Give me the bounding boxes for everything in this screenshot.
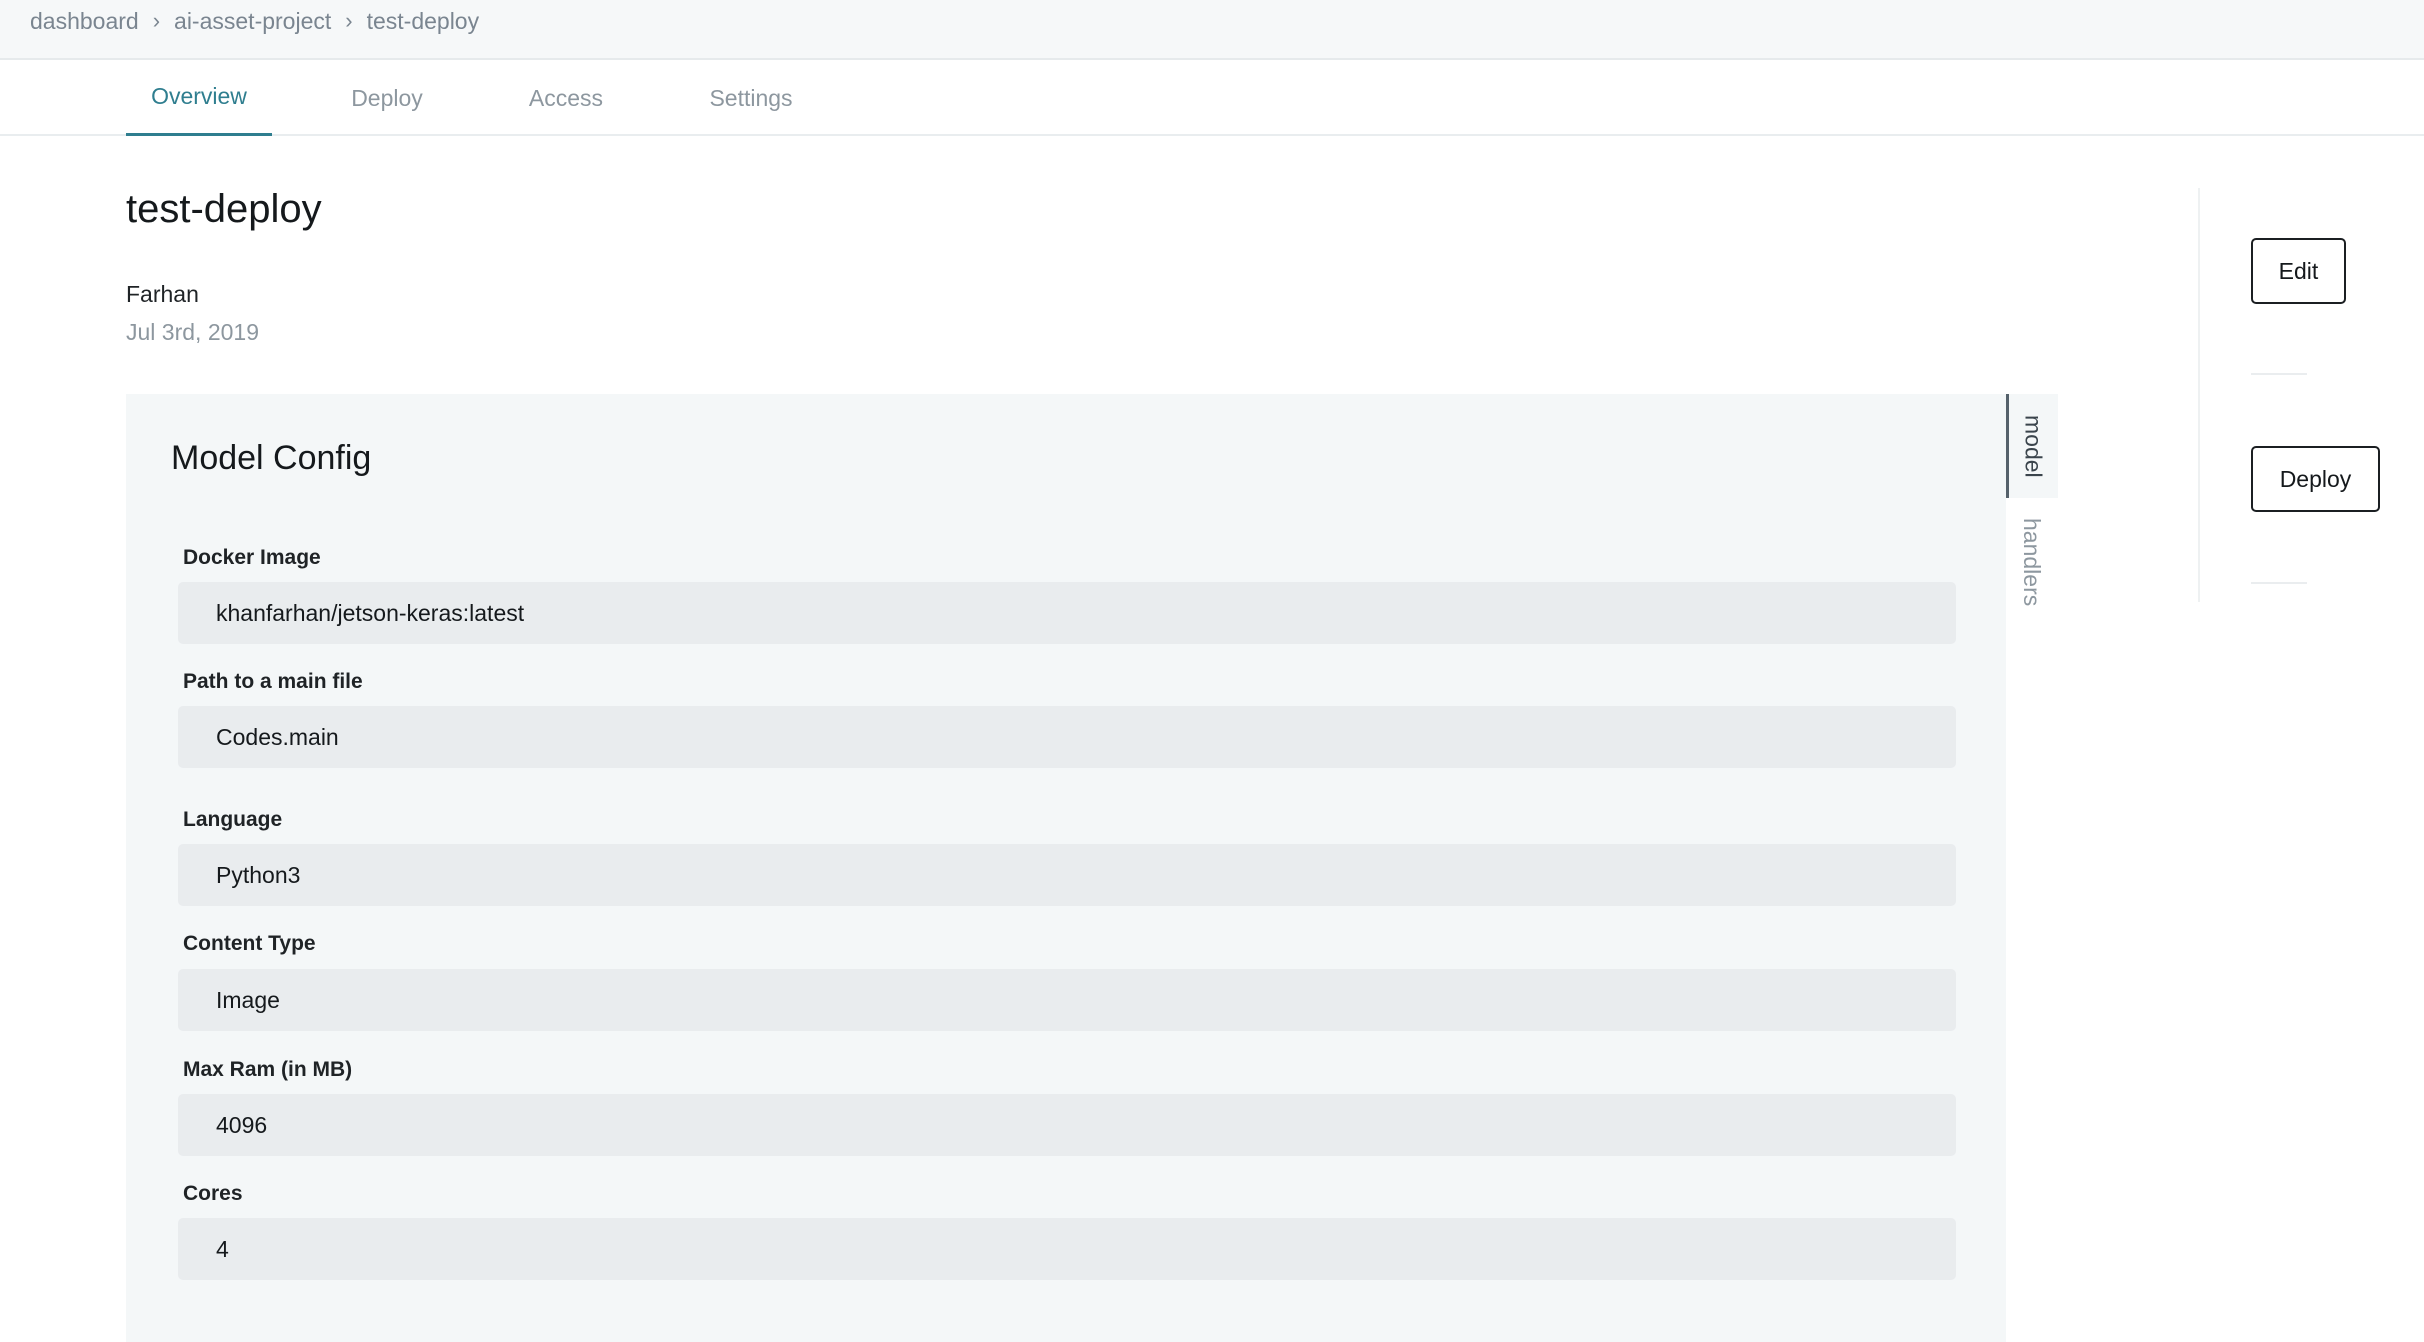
cores-field[interactable]: 4 <box>178 1218 1956 1280</box>
breadcrumb-bar: dashboard › ai-asset-project › test-depl… <box>0 0 2424 60</box>
side-tab-model-label: model <box>2020 414 2047 478</box>
breadcrumb: dashboard › ai-asset-project › test-depl… <box>30 4 479 38</box>
actions-divider <box>2198 188 2200 602</box>
model-config-title: Model Config <box>171 439 372 477</box>
max-ram-field[interactable]: 4096 <box>178 1094 1956 1156</box>
side-tab-handlers-label: handlers <box>2019 517 2045 607</box>
docker-image-field[interactable]: khanfarhan/jetson-keras:latest <box>178 582 1956 644</box>
language-label: Language <box>183 808 283 831</box>
tab-deploy[interactable]: Deploy <box>336 60 438 136</box>
breadcrumb-project[interactable]: ai-asset-project <box>174 8 331 35</box>
deploy-button[interactable]: Deploy <box>2251 446 2380 512</box>
tab-access[interactable]: Access <box>512 60 620 136</box>
created-date: Jul 3rd, 2019 <box>126 319 259 345</box>
action-divider <box>2251 582 2307 584</box>
author-name: Farhan <box>126 281 199 307</box>
action-divider <box>2251 373 2307 375</box>
cores-label: Cores <box>183 1182 243 1205</box>
breadcrumb-dashboard[interactable]: dashboard <box>30 8 139 35</box>
side-tab-handlers[interactable]: handlers <box>2006 510 2058 614</box>
main-file-label: Path to a main file <box>183 670 363 693</box>
tab-bar: Overview Deploy Access Settings <box>0 60 2424 136</box>
main-file-field[interactable]: Codes.main <box>178 706 1956 768</box>
max-ram-label: Max Ram (in MB) <box>183 1058 353 1081</box>
side-tab-model[interactable]: model <box>2006 394 2058 498</box>
content-type-field[interactable]: Image <box>178 969 1956 1031</box>
breadcrumb-current[interactable]: test-deploy <box>367 8 480 35</box>
edit-button[interactable]: Edit <box>2251 238 2346 304</box>
docker-image-label: Docker Image <box>183 546 321 569</box>
tab-settings[interactable]: Settings <box>692 60 810 136</box>
tab-overview[interactable]: Overview <box>126 60 272 136</box>
content-type-label: Content Type <box>183 932 316 955</box>
breadcrumb-separator: › <box>345 8 353 33</box>
page-title: test-deploy <box>126 187 322 231</box>
breadcrumb-separator: › <box>152 8 161 33</box>
language-field[interactable]: Python3 <box>178 844 1956 906</box>
